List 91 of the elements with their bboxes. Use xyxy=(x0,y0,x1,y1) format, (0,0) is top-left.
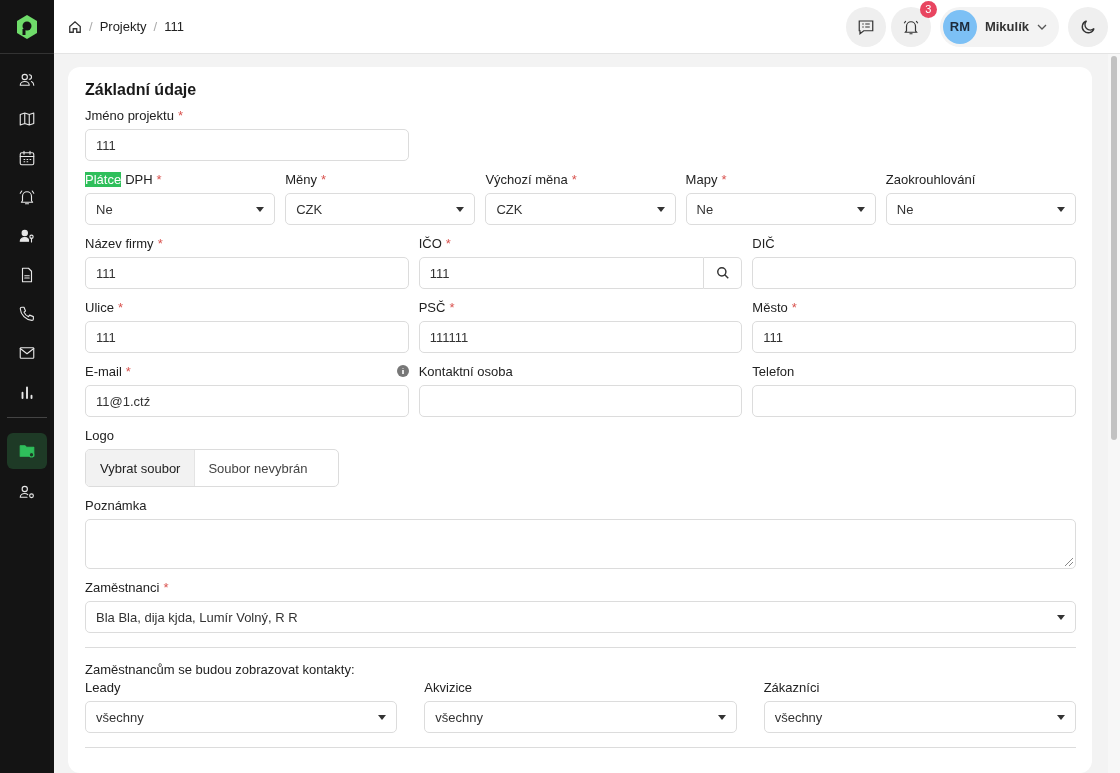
breadcrumb-separator: / xyxy=(89,19,93,34)
select-field[interactable]: všechny xyxy=(763,701,1076,733)
text-field[interactable] xyxy=(418,385,743,417)
search-button[interactable] xyxy=(704,257,743,289)
text-field[interactable]: 111 xyxy=(752,321,1076,353)
text-field[interactable] xyxy=(752,257,1076,289)
caret-icon xyxy=(656,206,665,212)
field-label: Výchozí měna xyxy=(485,171,568,187)
required-mark: * xyxy=(791,299,797,315)
text-field[interactable]: 111111 xyxy=(418,321,743,353)
text-field[interactable]: 111 xyxy=(418,257,705,289)
selected-text: Plátce xyxy=(85,171,122,187)
caret-icon xyxy=(1057,206,1065,212)
field-label: Logo xyxy=(85,427,114,443)
caret-icon xyxy=(856,206,865,212)
field-label: Kontaktní osoba xyxy=(418,363,513,379)
logo-icon[interactable] xyxy=(15,13,39,40)
select-field[interactable]: CZK xyxy=(285,193,476,225)
select-field[interactable]: všechny xyxy=(85,701,398,733)
caret-icon xyxy=(1057,714,1065,720)
select-field[interactable]: všechny xyxy=(424,701,737,733)
field-label: PSČ xyxy=(418,299,446,315)
field-label: DPH xyxy=(125,171,153,187)
field-label: Akvizice xyxy=(424,679,472,695)
text-field[interactable]: 11@1.ctź xyxy=(85,385,409,417)
map-icon xyxy=(18,109,36,128)
phone-icon xyxy=(18,304,36,323)
field-label: E-mail xyxy=(85,363,122,379)
home-icon[interactable] xyxy=(68,19,82,34)
field-label: Mapy xyxy=(685,171,718,187)
section-title: Základní údaje xyxy=(85,81,198,99)
bell-icon xyxy=(18,187,36,206)
field-label: Město xyxy=(752,299,788,315)
text-field[interactable]: 111 xyxy=(85,321,409,353)
chevron-icon xyxy=(1037,23,1047,30)
field-label: Ulice xyxy=(85,299,114,315)
required-mark: * xyxy=(445,235,451,251)
dark-mode-button[interactable] xyxy=(1068,6,1108,47)
breadcrumb[interactable]: Projekty xyxy=(99,19,147,34)
field-label: Zákazníci xyxy=(763,679,820,695)
field-label: Jméno projektu xyxy=(85,107,174,123)
section-caption: Zaměstnancům se budou zobrazovat kontakty: xyxy=(85,662,356,677)
select-field[interactable]: Bla Bla, dija kjda, Lumír Volný, R R xyxy=(85,601,1076,633)
caret-icon xyxy=(717,714,726,720)
avatar: RM xyxy=(942,9,977,44)
file-status: Soubor nevybrán xyxy=(207,459,309,478)
select-field[interactable]: Ne xyxy=(85,193,276,225)
required-mark: * xyxy=(177,107,183,123)
search-icon xyxy=(715,266,730,280)
folder-icon xyxy=(18,442,36,460)
select-field[interactable]: CZK xyxy=(485,193,676,225)
user-menu[interactable]: RM Mikulík xyxy=(939,6,1059,47)
sidebar-item[interactable] xyxy=(7,433,47,469)
notification-count: 3 xyxy=(919,0,937,18)
field-label: Zaměstnanci xyxy=(85,579,160,595)
select-field[interactable]: Ne xyxy=(885,193,1076,225)
file-field[interactable]: Vybrat soubor Soubor nevybrán xyxy=(85,449,339,487)
caret-icon xyxy=(256,206,265,212)
field-label: Název firmy xyxy=(85,235,154,251)
choose-file-button[interactable]: Vybrat soubor xyxy=(86,450,196,486)
field-label: Měny xyxy=(285,171,317,187)
text-field[interactable] xyxy=(752,385,1076,417)
required-mark: * xyxy=(117,299,123,315)
required-mark: * xyxy=(157,235,163,251)
caret-icon xyxy=(1057,614,1065,620)
caret-icon xyxy=(378,714,387,720)
required-mark: * xyxy=(321,171,327,187)
resize-handle-icon[interactable] xyxy=(1065,558,1073,566)
field-label: IČO xyxy=(418,235,442,251)
breadcrumb: 111 xyxy=(164,19,184,34)
required-mark: * xyxy=(163,579,169,595)
required-mark: * xyxy=(721,171,727,187)
field-label: Leady xyxy=(85,679,121,695)
field-label: Poznámka xyxy=(85,497,147,513)
text-field[interactable]: 111 xyxy=(85,129,409,161)
calendar-icon xyxy=(18,148,36,167)
required-mark: * xyxy=(449,299,455,315)
required-mark: * xyxy=(156,171,162,187)
select-field[interactable]: Ne xyxy=(685,193,876,225)
required-mark: * xyxy=(571,171,577,187)
required-mark: * xyxy=(125,363,131,379)
notifications-button[interactable] xyxy=(890,6,931,47)
scrollbar[interactable] xyxy=(1108,54,1120,773)
field-label: DIČ xyxy=(752,235,775,251)
field-label: Telefon xyxy=(752,363,795,379)
text-field[interactable]: 111 xyxy=(85,257,409,289)
note-field[interactable] xyxy=(85,519,1076,569)
breadcrumb-separator: / xyxy=(153,19,158,34)
caret-icon xyxy=(456,206,465,212)
field-label: Zaokrouhlování xyxy=(885,171,976,187)
chat-icon xyxy=(856,17,875,36)
